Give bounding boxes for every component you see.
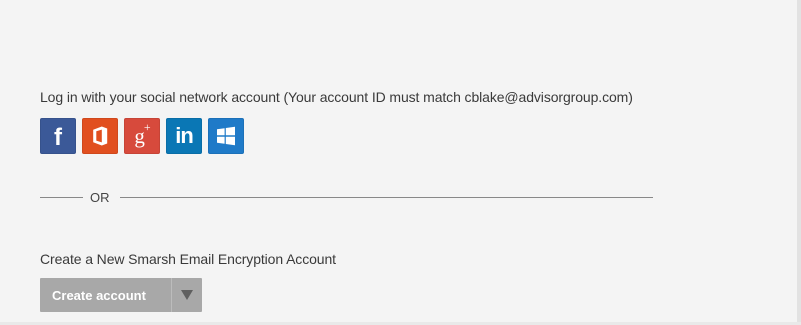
login-panel: Log in with your social network account … bbox=[0, 0, 801, 325]
office-icon bbox=[93, 126, 108, 146]
social-login-buttons: f g+ in bbox=[40, 118, 244, 154]
create-account-label[interactable]: Create account bbox=[40, 278, 171, 312]
googleplus-icon: g+ bbox=[134, 120, 150, 148]
create-account-prompt: Create a New Smarsh Email Encryption Acc… bbox=[40, 251, 336, 267]
create-account-dropdown[interactable] bbox=[172, 278, 202, 312]
linkedin-icon: in bbox=[175, 123, 194, 148]
linkedin-login-button[interactable]: in bbox=[166, 118, 202, 154]
separator-line-right bbox=[120, 197, 653, 198]
create-account-button[interactable]: Create account bbox=[40, 278, 202, 312]
windows-icon bbox=[217, 126, 235, 146]
googleplus-login-button[interactable]: g+ bbox=[124, 118, 160, 154]
separator-line-left bbox=[40, 197, 83, 198]
social-login-prompt: Log in with your social network account … bbox=[40, 89, 633, 105]
facebook-icon: f bbox=[54, 124, 62, 151]
facebook-login-button[interactable]: f bbox=[40, 118, 76, 154]
or-separator-label: OR bbox=[90, 190, 110, 205]
right-border bbox=[797, 0, 801, 325]
office-login-button[interactable] bbox=[82, 118, 118, 154]
caret-down-icon bbox=[181, 290, 193, 300]
windows-login-button[interactable] bbox=[208, 118, 244, 154]
